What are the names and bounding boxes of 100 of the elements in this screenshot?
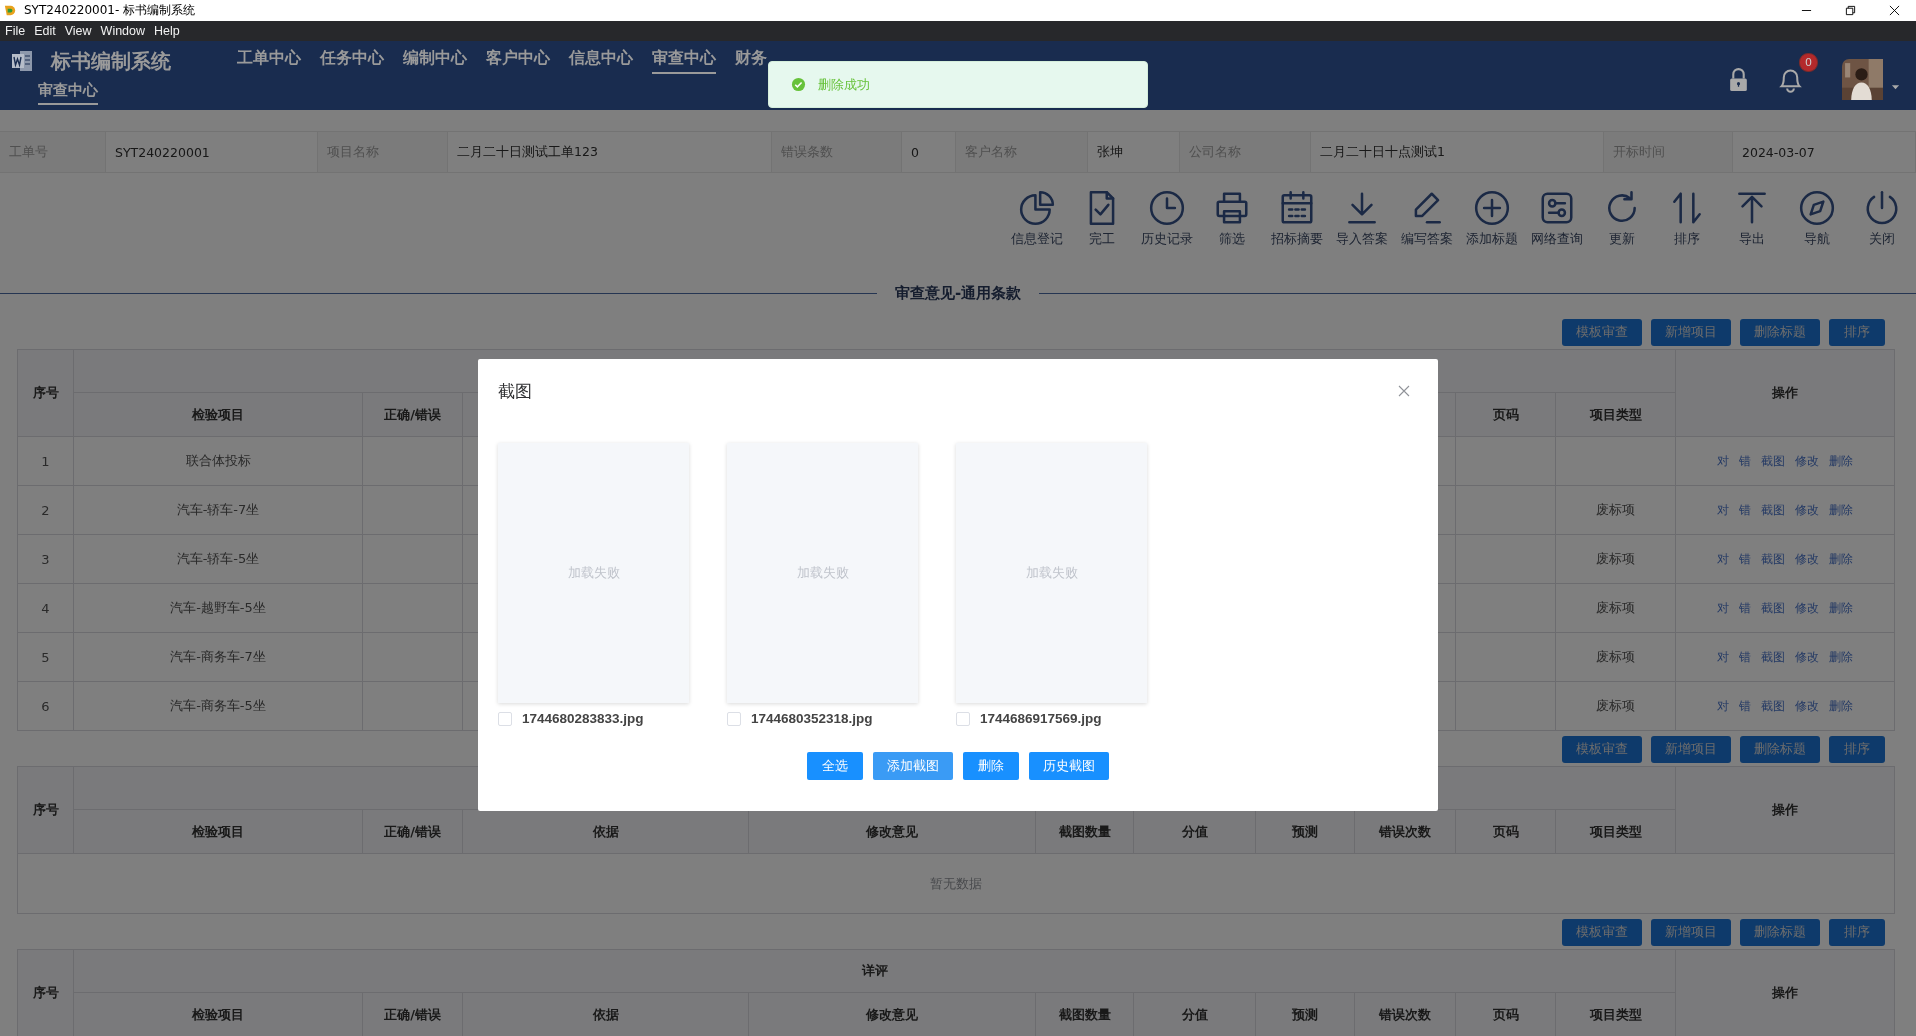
column-header: 页码	[1455, 809, 1556, 854]
tool-label[interactable]: 导航	[1803, 231, 1830, 248]
dialog-button[interactable]: 全选	[807, 752, 863, 780]
app-logo-icon	[3, 3, 18, 18]
tool-label[interactable]: 信息登记	[1010, 231, 1063, 248]
tool-label[interactable]: 导入答案	[1335, 231, 1388, 248]
action-link[interactable]: 删除	[1829, 502, 1854, 517]
checkbox[interactable]	[727, 711, 741, 726]
tool-label[interactable]: 网络查询	[1530, 231, 1583, 248]
action-button[interactable]: 新增项目	[1651, 319, 1731, 346]
action-link[interactable]: 截图	[1761, 551, 1786, 566]
action-link[interactable]: 修改	[1795, 698, 1820, 713]
lock-icon[interactable]	[1728, 67, 1749, 92]
nav-item[interactable]: 编制中心	[403, 48, 467, 74]
action-button[interactable]: 删除标题	[1740, 919, 1820, 946]
tool-label[interactable]: 排序	[1673, 231, 1700, 248]
action-link[interactable]: 对	[1717, 453, 1730, 468]
menu-item[interactable]: Edit	[34, 24, 56, 38]
nav-item[interactable]: 工单中心	[237, 48, 301, 74]
tool-label[interactable]: 招标摘要	[1270, 231, 1323, 248]
column-header: 依据	[462, 992, 749, 1036]
tool-label[interactable]: 编写答案	[1400, 231, 1453, 248]
menu-item[interactable]: Window	[100, 24, 146, 38]
nav-item[interactable]: 财务	[735, 48, 767, 74]
action-link[interactable]: 修改	[1795, 502, 1820, 517]
dialog-button[interactable]: 删除	[963, 752, 1019, 780]
tool-label[interactable]: 关闭	[1868, 231, 1895, 248]
close-icon[interactable]	[1889, 5, 1900, 16]
pie-chart-icon[interactable]	[1017, 189, 1056, 227]
compass-icon[interactable]	[1797, 189, 1836, 227]
checkbox[interactable]	[956, 711, 970, 726]
restore-icon[interactable]	[1845, 5, 1856, 16]
action-link[interactable]: 对	[1717, 600, 1730, 615]
action-link[interactable]: 截图	[1761, 453, 1786, 468]
action-button[interactable]: 排序	[1829, 736, 1885, 763]
action-button[interactable]: 排序	[1829, 919, 1885, 946]
action-link[interactable]: 错	[1739, 453, 1752, 468]
action-button[interactable]: 删除标题	[1740, 319, 1820, 346]
action-link[interactable]: 截图	[1761, 649, 1786, 664]
plus-circle-icon[interactable]	[1472, 189, 1511, 227]
section-title: 审查意见-通用条款	[893, 283, 1023, 303]
checkbox[interactable]	[498, 711, 512, 726]
action-link[interactable]: 修改	[1795, 551, 1820, 566]
action-link[interactable]: 修改	[1795, 600, 1820, 615]
action-link[interactable]: 错	[1739, 698, 1752, 713]
caret-icon[interactable]	[1891, 83, 1900, 90]
action-link[interactable]: 截图	[1761, 698, 1786, 713]
action-button[interactable]: 新增项目	[1651, 919, 1731, 946]
action-button[interactable]: 模板审查	[1562, 319, 1642, 346]
tool-label[interactable]: 导出	[1738, 231, 1765, 248]
action-link[interactable]: 删除	[1829, 551, 1854, 566]
action-link[interactable]: 修改	[1795, 453, 1820, 468]
nav-item[interactable]: 信息中心	[569, 48, 633, 74]
action-link[interactable]: 截图	[1761, 600, 1786, 615]
action-link[interactable]: 修改	[1795, 649, 1820, 664]
tool-label[interactable]: 更新	[1608, 231, 1635, 248]
sub-nav-tab[interactable]: 审查中心	[38, 81, 98, 105]
menu-item[interactable]: Help	[154, 24, 180, 38]
dialog-button[interactable]: 添加截图	[873, 752, 953, 780]
tool-label[interactable]: 添加标题	[1465, 231, 1518, 248]
clock-icon[interactable]	[1147, 189, 1186, 227]
file-name: 1744686917569.jpg	[980, 711, 1102, 726]
column-header: 序号	[17, 766, 74, 854]
tool-label[interactable]: 完工	[1088, 231, 1115, 248]
table-cell: 汽车-越野车-5坐	[73, 583, 363, 633]
action-link[interactable]: 错	[1739, 502, 1752, 517]
action-link[interactable]: 截图	[1761, 502, 1786, 517]
column-header: 预测	[1255, 809, 1355, 854]
action-link[interactable]: 删除	[1829, 600, 1854, 615]
tool-label[interactable]: 筛选	[1218, 231, 1245, 248]
menu-item[interactable]: View	[64, 24, 92, 38]
table-cell: 3	[17, 534, 74, 584]
action-link[interactable]: 错	[1739, 551, 1752, 566]
action-link[interactable]: 对	[1717, 551, 1730, 566]
action-link[interactable]: 对	[1717, 649, 1730, 664]
action-button[interactable]: 删除标题	[1740, 736, 1820, 763]
dialog-button[interactable]: 历史截图	[1029, 752, 1109, 780]
action-link[interactable]: 删除	[1829, 649, 1854, 664]
column-header: 页码	[1455, 392, 1556, 437]
action-link[interactable]: 删除	[1829, 698, 1854, 713]
action-link[interactable]: 错	[1739, 649, 1752, 664]
nav-item[interactable]: 审查中心	[652, 48, 716, 74]
action-link[interactable]: 错	[1739, 600, 1752, 615]
action-button[interactable]: 模板审查	[1562, 919, 1642, 946]
menu-item[interactable]: File	[5, 24, 26, 38]
column-header: 检验项目	[73, 992, 363, 1036]
column-header: 修改意见	[748, 809, 1036, 854]
column-header: 依据	[462, 809, 749, 854]
nav-item[interactable]: 客户中心	[486, 48, 550, 74]
action-link[interactable]: 删除	[1829, 453, 1854, 468]
file-name: 1744680352318.jpg	[751, 711, 873, 726]
action-link[interactable]: 对	[1717, 502, 1730, 517]
tool-label[interactable]: 历史记录	[1140, 231, 1193, 248]
action-button[interactable]: 模板审查	[1562, 736, 1642, 763]
column-header: 操作	[1675, 766, 1895, 854]
action-link[interactable]: 对	[1717, 698, 1730, 713]
table-cell: 4	[17, 583, 74, 633]
action-button[interactable]: 排序	[1829, 319, 1885, 346]
action-button[interactable]: 新增项目	[1651, 736, 1731, 763]
nav-item[interactable]: 任务中心	[320, 48, 384, 74]
